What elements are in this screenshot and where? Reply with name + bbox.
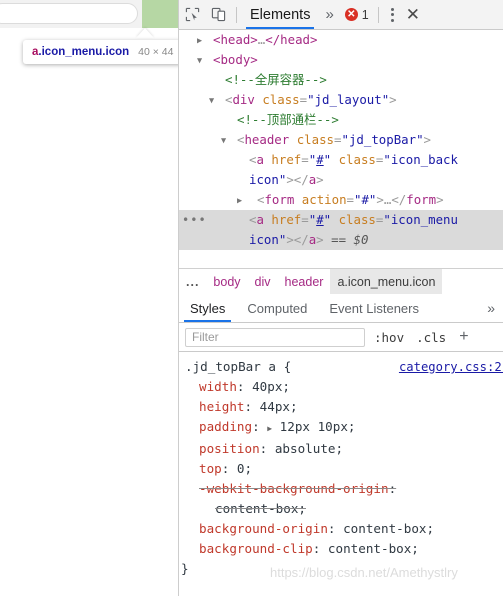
dom-node-head[interactable]: <head>…</head> (179, 30, 503, 50)
dom-node-text: <body> (213, 52, 258, 67)
css-declaration[interactable]: background-clip: content-box; (179, 539, 503, 559)
watermark: https://blog.csdn.net/Amethystlry (270, 565, 458, 580)
css-selector[interactable]: .jd_topBar a { (185, 359, 291, 374)
styles-pane-tabs[interactable]: Styles Computed Event Listeners » (179, 294, 503, 323)
twisty-icon[interactable] (237, 191, 242, 211)
tooltip-class-names: .icon_menu.icon (38, 46, 130, 58)
css-value[interactable]: content-box; (343, 521, 434, 536)
css-source-link[interactable]: category.css:21 (399, 357, 503, 377)
css-property[interactable]: background-origin (199, 521, 328, 536)
breadcrumb-item-body[interactable]: body (206, 269, 247, 294)
tooltip-arrow (136, 28, 154, 38)
page-search-input[interactable] (0, 3, 138, 24)
close-icon[interactable]: ✕ (402, 5, 424, 25)
css-declaration[interactable]: top: 0; (179, 459, 503, 479)
twisty-icon[interactable] (197, 31, 202, 51)
css-value[interactable]: 44px; (260, 399, 298, 414)
dom-node-header[interactable]: <header class="jd_topBar"> (179, 130, 503, 150)
css-declaration[interactable]: position: absolute; (179, 439, 503, 459)
dom-node-div-jdlayout[interactable]: <div class="jd_layout"> (179, 90, 503, 110)
devtools-panel: Elements » ✕ 1 ✕ <head>…</head> <body> <… (179, 0, 503, 596)
twisty-icon[interactable] (221, 131, 226, 151)
tooltip-dimensions: 40 × 44 (138, 46, 174, 58)
css-value[interactable]: 12px 10px; (280, 419, 356, 434)
filter-input[interactable]: Filter (185, 327, 365, 347)
dom-comment-fullscreen[interactable]: <!--全屏容器--> (179, 70, 503, 90)
css-property[interactable]: width (199, 379, 237, 394)
dom-node-text: <header class="jd_topBar"> (237, 132, 432, 147)
new-style-rule-button[interactable]: + (455, 328, 468, 346)
dom-node-text: <div class="jd_layout"> (225, 92, 397, 107)
tab-elements[interactable]: Elements (242, 0, 318, 29)
dom-node-body[interactable]: <body> (179, 50, 503, 70)
css-property[interactable]: background-clip (199, 541, 313, 556)
dom-tree[interactable]: <head>…</head> <body> <!--全屏容器--> <div c… (179, 30, 503, 266)
css-declaration[interactable]: height: 44px; (179, 397, 503, 417)
css-declaration-overridden-value[interactable]: content-box; (179, 499, 503, 519)
kebab-menu-icon[interactable] (384, 0, 402, 29)
breadcrumb[interactable]: ... body div header a.icon_menu.icon (179, 268, 503, 295)
dom-node-a-iconmenu-selected[interactable]: ••• <a href="#" class="icon_menu icon"></… (179, 210, 503, 250)
dom-node-text: <!--顶部通栏--> (237, 112, 339, 127)
breadcrumb-item-div[interactable]: div (248, 269, 278, 294)
element-highlight-tooltip: a.icon_menu.icon 40 × 44 (23, 40, 178, 64)
device-toolbar-icon[interactable] (205, 0, 231, 29)
css-value[interactable]: content-box; (215, 501, 306, 516)
styles-filter-bar: Filter :hov .cls + (179, 323, 503, 352)
dom-node-text: <a href="#" class="icon_menu icon"></a> =… (249, 212, 458, 247)
highlighted-menu-link[interactable] (142, 0, 178, 28)
tab-event-listeners[interactable]: Event Listeners (318, 294, 430, 322)
css-property[interactable]: -webkit-background-origin (199, 481, 389, 496)
css-property[interactable]: position (199, 441, 260, 456)
css-rule-list[interactable]: .jd_topBar a { category.css:21 width: 40… (179, 353, 503, 596)
inspect-cursor-icon[interactable] (179, 0, 205, 29)
dom-node-form[interactable]: <form action="#">…</form> (179, 190, 503, 210)
css-property[interactable]: height (199, 399, 245, 414)
twisty-icon[interactable] (209, 91, 214, 111)
css-property[interactable]: top (199, 461, 222, 476)
tab-styles[interactable]: Styles (179, 294, 236, 322)
css-declaration-overridden[interactable]: -webkit-background-origin: (179, 479, 503, 499)
dom-comment-topbar[interactable]: <!--顶部通栏--> (179, 110, 503, 130)
hov-toggle-button[interactable]: :hov (371, 330, 407, 345)
css-property[interactable]: padding (199, 419, 252, 434)
breadcrumb-item-header[interactable]: header (278, 269, 331, 294)
more-tabs-icon[interactable]: » (318, 6, 340, 23)
error-icon: ✕ (344, 8, 358, 21)
cls-toggle-button[interactable]: .cls (413, 330, 449, 345)
more-style-tabs-icon[interactable]: » (479, 300, 503, 316)
dom-node-text: <a href="#" class="icon_back icon"></a> (249, 152, 458, 187)
breadcrumb-item-a-icon-menu[interactable]: a.icon_menu.icon (330, 269, 443, 294)
css-value[interactable]: content-box; (328, 541, 419, 556)
devtools-toolbar: Elements » ✕ 1 ✕ (179, 0, 503, 30)
page-viewport: a.icon_menu.icon 40 × 44 (0, 0, 179, 596)
node-overflow-ellipsis[interactable]: ••• (182, 210, 207, 230)
breadcrumb-item-overflow[interactable]: ... (179, 269, 206, 294)
dom-node-a-iconback[interactable]: <a href="#" class="icon_back icon"></a> (179, 150, 503, 190)
css-value[interactable]: 40px; (252, 379, 290, 394)
css-declaration[interactable]: width: 40px; (179, 377, 503, 397)
dom-node-text: <!--全屏容器--> (225, 72, 327, 87)
css-rule-header: .jd_topBar a { category.css:21 (179, 357, 503, 377)
css-value[interactable]: 0; (237, 461, 252, 476)
toolbar-divider-2 (377, 6, 379, 23)
css-value[interactable]: absolute; (275, 441, 343, 456)
css-declaration[interactable]: background-origin: content-box; (179, 519, 503, 539)
error-count: 1 (361, 7, 369, 22)
dom-node-text: <head>…</head> (213, 32, 318, 47)
tab-computed[interactable]: Computed (236, 294, 318, 322)
css-declaration[interactable]: padding: ▶ 12px 10px; (179, 417, 503, 439)
twisty-icon[interactable] (197, 51, 202, 71)
tooltip-selector: a.icon_menu.icon (32, 46, 129, 58)
dom-node-text: <form action="#">…</form> (257, 192, 444, 207)
toolbar-divider (236, 6, 237, 23)
error-badge[interactable]: ✕ 1 (341, 8, 373, 22)
